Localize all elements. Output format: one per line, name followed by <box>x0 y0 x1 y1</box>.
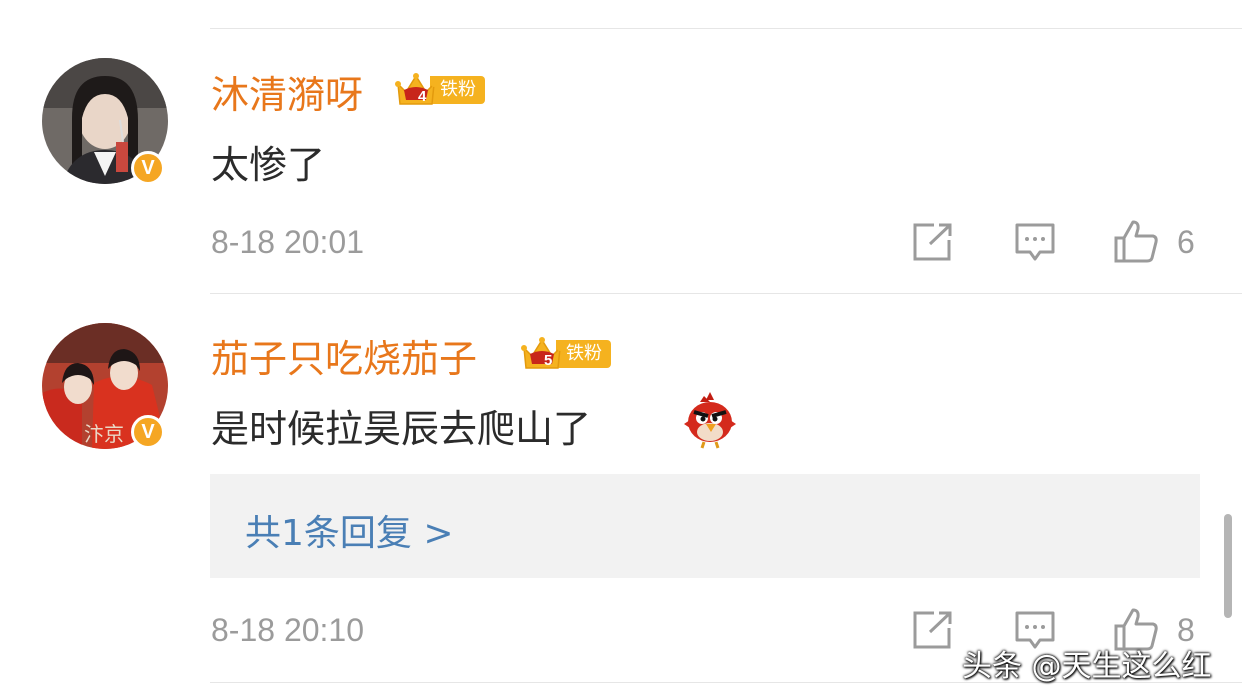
share-icon[interactable] <box>912 610 954 654</box>
fan-badge[interactable]: 5 铁粉 <box>520 334 611 374</box>
verified-badge-icon: V <box>131 415 165 449</box>
verified-badge-icon: V <box>131 151 165 185</box>
username[interactable]: 茄子只吃烧茄子 <box>211 328 477 383</box>
fan-badge[interactable]: 4 铁粉 <box>394 70 485 110</box>
fan-label: 铁粉 <box>556 340 611 368</box>
comment-divider <box>210 293 1242 294</box>
share-icon[interactable] <box>912 222 954 266</box>
like-icon[interactable] <box>1113 218 1159 268</box>
like-count: 6 <box>1177 224 1195 260</box>
comment-icon[interactable] <box>1014 222 1056 268</box>
watermark: 头条 @天生这么红 <box>962 649 1212 684</box>
angry-bird-red-emoji <box>682 390 738 454</box>
timestamp: 8-18 20:10 <box>211 612 365 648</box>
comment-text: 太惨了 <box>211 143 326 187</box>
scrollbar[interactable] <box>1224 514 1232 618</box>
crown-icon: 4 <box>394 70 438 110</box>
crown-icon: 5 <box>520 334 564 374</box>
top-divider <box>210 28 1242 29</box>
fan-label: 铁粉 <box>430 76 485 104</box>
timestamp: 8-18 20:01 <box>211 224 365 260</box>
svg-text:汴京: 汴京 <box>84 422 124 446</box>
fan-level: 5 <box>544 352 553 369</box>
reply-box[interactable]: 共1条回复 > <box>210 474 1200 578</box>
comment-text: 是时候拉昊辰去爬山了 <box>211 407 592 451</box>
view-replies-link[interactable]: 共1条回复 > <box>245 504 454 556</box>
username[interactable]: 沐清漪呀 <box>211 64 363 119</box>
fan-level: 4 <box>418 88 427 105</box>
